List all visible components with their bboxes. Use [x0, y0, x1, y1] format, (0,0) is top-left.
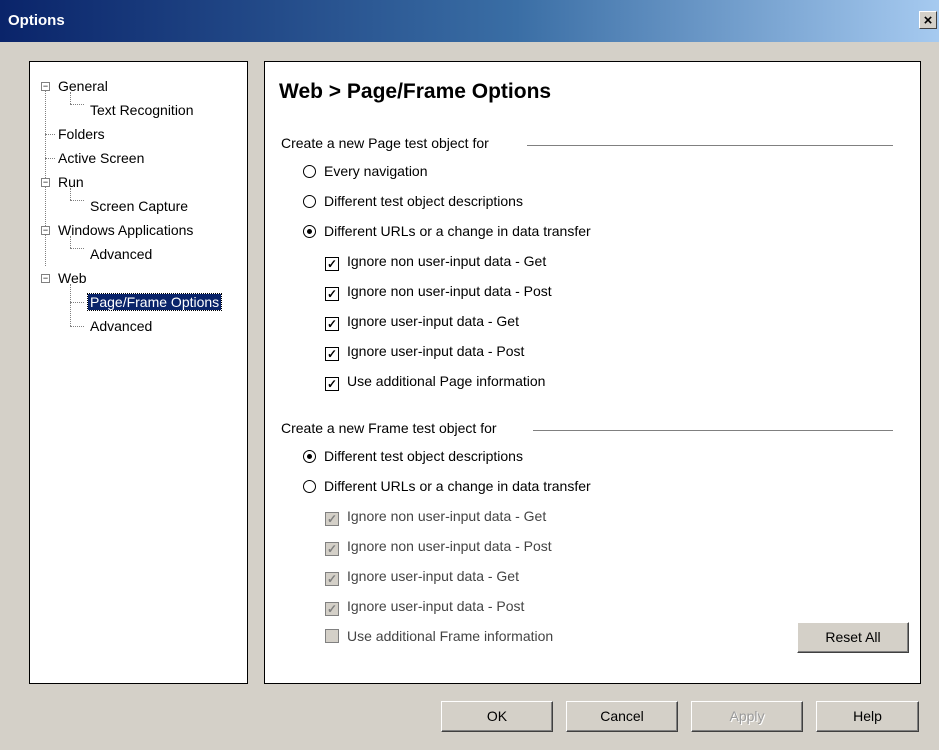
check-page-ignore-non-user-post[interactable]: ✓ Ignore non user-input data - Post [325, 281, 552, 301]
checkmark-icon: ✓ [325, 377, 339, 391]
options-content: Web > Page/Frame Options Create a new Pa… [264, 61, 921, 684]
checkmark-icon: ✓ [325, 257, 339, 271]
tree-item-folders[interactable]: Folders [58, 124, 105, 144]
checkbox-icon [325, 629, 339, 643]
radio-page-different-urls[interactable]: Different URLs or a change in data trans… [303, 221, 591, 241]
tree-item-text-recognition[interactable]: Text Recognition [90, 100, 194, 120]
tree-item-windows-advanced[interactable]: Advanced [90, 244, 152, 264]
tree-item-active-screen[interactable]: Active Screen [58, 148, 144, 168]
reset-all-button[interactable]: Reset All [797, 622, 909, 653]
apply-button: Apply [691, 701, 803, 732]
tree-item-web-advanced[interactable]: Advanced [90, 316, 152, 336]
tree-item-run[interactable]: Run [58, 172, 84, 192]
radio-off-icon [303, 165, 316, 178]
options-tree: − General Text Recognition Folders Activ… [29, 61, 248, 684]
tree-item-screen-capture[interactable]: Screen Capture [90, 196, 188, 216]
title-bar: Options × [0, 0, 939, 42]
tree-item-windows-applications[interactable]: Windows Applications [58, 220, 193, 240]
radio-on-icon [303, 450, 316, 463]
radio-off-icon [303, 480, 316, 493]
check-frame-ignore-user-get: ✓ Ignore user-input data - Get [325, 568, 519, 586]
checkmark-icon: ✓ [325, 512, 339, 526]
group-divider [533, 430, 893, 432]
ok-button[interactable]: OK [441, 701, 553, 732]
radio-frame-different-descriptions[interactable]: Different test object descriptions [303, 446, 523, 466]
tree-item-web[interactable]: Web [58, 268, 87, 288]
radio-frame-different-urls[interactable]: Different URLs or a change in data trans… [303, 476, 591, 496]
radio-on-icon [303, 225, 316, 238]
tree-item-general[interactable]: General [58, 76, 108, 96]
radio-off-icon [303, 195, 316, 208]
check-page-ignore-user-get[interactable]: ✓ Ignore user-input data - Get [325, 311, 519, 331]
collapse-run-icon[interactable]: − [41, 178, 50, 187]
window-title: Options [8, 12, 65, 29]
frame-group-label: Create a new Frame test object for [281, 420, 497, 436]
check-page-ignore-non-user-get[interactable]: ✓ Ignore non user-input data - Get [325, 251, 546, 271]
check-page-ignore-user-post[interactable]: ✓ Ignore user-input data - Post [325, 341, 524, 361]
check-frame-additional-info: Use additional Frame information [325, 626, 553, 646]
close-icon[interactable]: × [919, 11, 937, 29]
checkmark-icon: ✓ [325, 287, 339, 301]
checkmark-icon: ✓ [325, 347, 339, 361]
group-divider [527, 145, 893, 147]
checkmark-icon: ✓ [325, 602, 339, 616]
collapse-web-icon[interactable]: − [41, 274, 50, 283]
check-frame-ignore-non-user-get: ✓ Ignore non user-input data - Get [325, 508, 547, 526]
checkmark-icon: ✓ [325, 572, 339, 586]
checkmark-icon: ✓ [325, 542, 339, 556]
collapse-windows-applications-icon[interactable]: − [41, 226, 50, 235]
radio-every-navigation[interactable]: Every navigation [303, 161, 428, 181]
checkmark-icon: ✓ [325, 317, 339, 331]
cancel-button[interactable]: Cancel [566, 701, 678, 732]
check-frame-ignore-user-post: ✓ Ignore user-input data - Post [325, 598, 525, 616]
help-button[interactable]: Help [816, 701, 919, 732]
tree-item-page-frame-options[interactable]: Page/Frame Options [86, 293, 223, 311]
check-page-additional-info[interactable]: ✓ Use additional Page information [325, 371, 545, 391]
page-group-label: Create a new Page test object for [281, 135, 489, 151]
radio-page-different-descriptions[interactable]: Different test object descriptions [303, 191, 523, 211]
page-title: Web > Page/Frame Options [279, 80, 552, 103]
check-frame-ignore-non-user-post: ✓ Ignore non user-input data - Post [325, 538, 552, 556]
collapse-general-icon[interactable]: − [41, 82, 50, 91]
